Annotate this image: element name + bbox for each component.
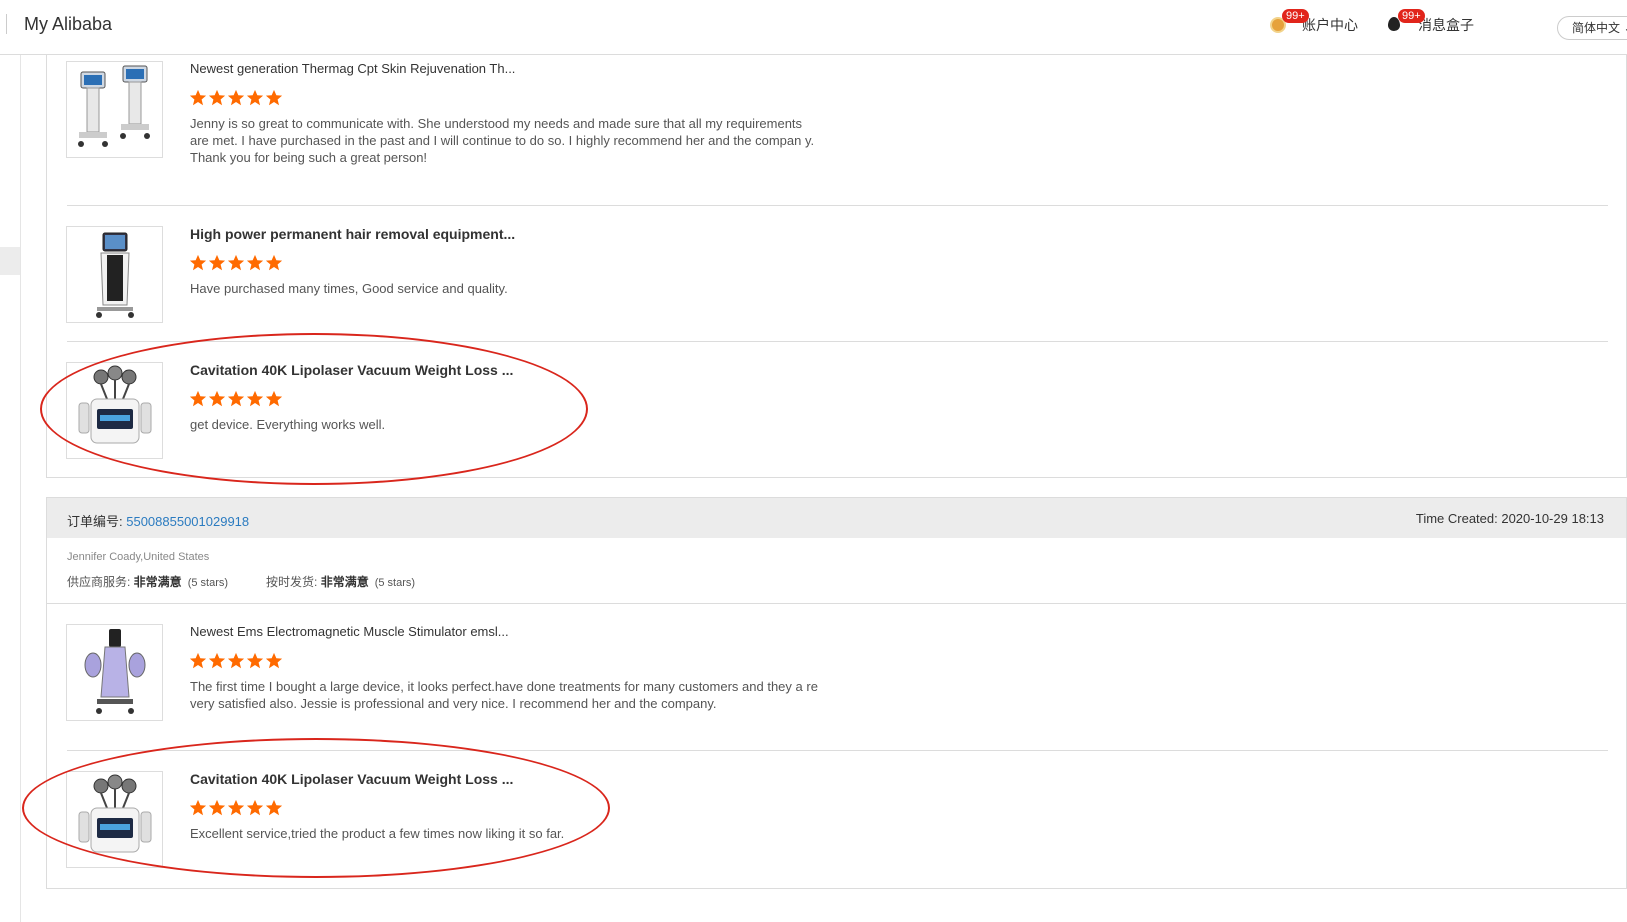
star-rating [189, 390, 283, 408]
order-number-label: 订单编号: [67, 514, 127, 529]
buyer-info: Jennifer Coady,United States [67, 551, 210, 563]
star-rating [189, 254, 283, 272]
review-item: High power permanent hair removal equipm… [47, 206, 1627, 342]
device-image-icon [78, 365, 152, 444]
star-icon [246, 254, 264, 271]
review-item: Cavitation 40K Lipolaser Vacuum Weight L… [47, 751, 1627, 887]
star-icon [265, 390, 283, 407]
order-card-1: Newest generation Thermag Cpt Skin Rejuv… [46, 55, 1627, 478]
star-icon [189, 799, 207, 816]
sidebar-edge [20, 55, 21, 922]
star-icon [246, 390, 264, 407]
message-badge: 99+ [1398, 9, 1425, 23]
product-thumbnail[interactable] [66, 771, 163, 868]
language-selector[interactable]: 简体中文 ⌄ [1557, 16, 1627, 40]
order-ratings: 供应商服务: 非常满意 (5 stars) 按时发货: 非常满意 (5 stars) [67, 573, 415, 590]
sidebar-active-item[interactable] [0, 247, 20, 275]
device-image-icon [78, 65, 150, 147]
header-divider [6, 14, 7, 34]
device-image-icon [84, 629, 146, 714]
star-icon [208, 390, 226, 407]
message-box-link[interactable]: 99+ 消息盒子 [1386, 9, 1474, 35]
star-icon [265, 799, 283, 816]
star-icon [265, 254, 283, 271]
star-icon [208, 89, 226, 106]
star-icon [189, 89, 207, 106]
review-item: Cavitation 40K Lipolaser Vacuum Weight L… [47, 342, 1627, 478]
star-icon [227, 652, 245, 669]
star-icon [246, 89, 264, 106]
review-item: Newest generation Thermag Cpt Skin Rejuv… [47, 55, 1627, 191]
star-icon [208, 799, 226, 816]
review-comment: Jenny is so great to communicate with. S… [190, 116, 815, 165]
chevron-down-icon: ⌄ [1623, 21, 1627, 35]
star-icon [189, 390, 207, 407]
star-icon [189, 254, 207, 271]
star-icon [246, 799, 264, 816]
order-card-2: 订单编号: 55008855001029918 Time Created: 20… [46, 497, 1627, 889]
brand-title[interactable]: My Alibaba [24, 14, 112, 35]
message-box-label: 消息盒子 [1418, 17, 1474, 33]
star-icon [189, 652, 207, 669]
star-icon [265, 89, 283, 106]
on-time-delivery-label: 按时发货: [266, 575, 321, 589]
product-title[interactable]: High power permanent hair removal equipm… [190, 226, 515, 242]
review-comment: Have purchased many times, Good service … [190, 281, 508, 296]
account-badge: 99+ [1282, 9, 1309, 23]
review-comment: Excellent service,tried the product a fe… [190, 826, 565, 841]
review-comment: get device. Everything works well. [190, 417, 386, 432]
product-title[interactable]: Newest Ems Electromagnetic Muscle Stimul… [190, 624, 509, 639]
star-icon [246, 652, 264, 669]
product-title[interactable]: Newest generation Thermag Cpt Skin Rejuv… [190, 61, 515, 76]
top-header: My Alibaba 99+ 账户中心 99+ 消息盒子 简体中文 ⌄ [0, 0, 1627, 55]
supplier-service-value: 非常满意 [133, 575, 182, 589]
product-thumbnail[interactable] [66, 624, 163, 721]
supplier-service-rating: 供应商服务: 非常满意 (5 stars) [67, 573, 228, 590]
order-header: 订单编号: 55008855001029918 Time Created: 20… [47, 498, 1626, 538]
coin-icon: 99+ [1270, 9, 1309, 33]
supplier-service-stars: (5 stars) [187, 577, 229, 589]
star-rating [189, 89, 283, 107]
message-drop-icon: 99+ [1386, 9, 1425, 33]
star-icon [208, 254, 226, 271]
star-icon [227, 254, 245, 271]
product-thumbnail[interactable] [66, 226, 163, 323]
on-time-delivery-stars: (5 stars) [374, 577, 416, 589]
device-image-icon [96, 232, 134, 318]
on-time-delivery-rating: 按时发货: 非常满意 (5 stars) [266, 573, 415, 590]
product-title[interactable]: Cavitation 40K Lipolaser Vacuum Weight L… [190, 362, 513, 378]
star-rating [189, 652, 283, 670]
star-icon [227, 799, 245, 816]
account-center-link[interactable]: 99+ 账户中心 [1270, 9, 1358, 35]
supplier-service-label: 供应商服务: [67, 575, 134, 589]
account-center-label: 账户中心 [1302, 17, 1358, 33]
star-icon [227, 390, 245, 407]
star-icon [208, 652, 226, 669]
star-icon [227, 89, 245, 106]
order-number-row: 订单编号: 55008855001029918 [67, 511, 249, 530]
product-thumbnail[interactable] [66, 61, 163, 158]
product-title[interactable]: Cavitation 40K Lipolaser Vacuum Weight L… [190, 771, 513, 787]
time-created: Time Created: 2020-10-29 18:13 [1415, 511, 1604, 526]
product-thumbnail[interactable] [66, 362, 163, 459]
device-image-icon [78, 774, 152, 853]
star-icon [265, 652, 283, 669]
order-number-link[interactable]: 55008855001029918 [126, 514, 249, 529]
review-item: Newest Ems Electromagnetic Muscle Stimul… [47, 604, 1627, 740]
star-rating [189, 799, 283, 817]
language-label: 简体中文 [1572, 21, 1621, 35]
review-comment: The first time I bought a large device, … [190, 679, 818, 711]
on-time-delivery-value: 非常满意 [320, 575, 369, 589]
